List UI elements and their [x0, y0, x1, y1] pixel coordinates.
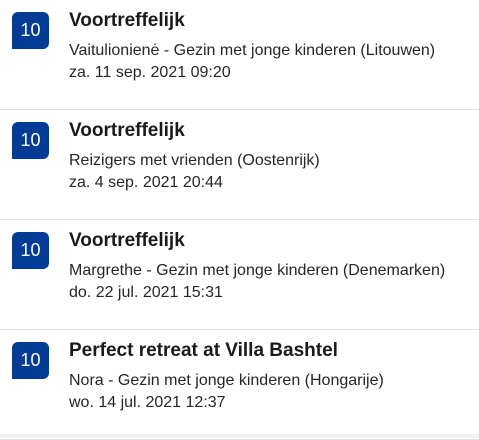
score-badge: 10 [12, 232, 49, 269]
review-date: za. 11 sep. 2021 09:20 [69, 64, 231, 81]
review-item[interactable]: 10 Voortreffelijk Reizigers met vrienden… [0, 110, 479, 220]
review-title: Voortreffelijk [69, 230, 185, 251]
reviewer-info: Margrethe - Gezin met jonge kinderen (De… [69, 262, 446, 279]
review-title: Perfect retreat at Villa Bashtel [69, 340, 338, 361]
review-date: wo. 14 jul. 2021 12:37 [69, 394, 226, 411]
review-item[interactable]: 10 Voortreffelijk Vaitulionienė - Gezin … [0, 0, 479, 110]
review-date: za. 4 sep. 2021 20:44 [69, 174, 223, 191]
reviewer-info: Nora - Gezin met jonge kinderen (Hongari… [69, 372, 384, 389]
reviewer-info: Vaitulionienė - Gezin met jonge kinderen… [69, 42, 436, 59]
review-date: do. 22 jul. 2021 15:31 [69, 284, 223, 301]
review-title: Voortreffelijk [69, 120, 185, 141]
score-badge: 10 [12, 12, 49, 49]
score-badge: 10 [12, 342, 49, 379]
review-title: Voortreffelijk [69, 10, 185, 31]
bottom-divider [0, 434, 479, 438]
review-item[interactable]: 10 Voortreffelijk Margrethe - Gezin met … [0, 220, 479, 330]
review-item[interactable]: 10 Perfect retreat at Villa Bashtel Nora… [0, 330, 479, 440]
review-list: 10 Voortreffelijk Vaitulionienė - Gezin … [0, 0, 479, 440]
reviewer-info: Reizigers met vrienden (Oostenrijk) [69, 152, 320, 169]
score-badge: 10 [12, 122, 49, 159]
